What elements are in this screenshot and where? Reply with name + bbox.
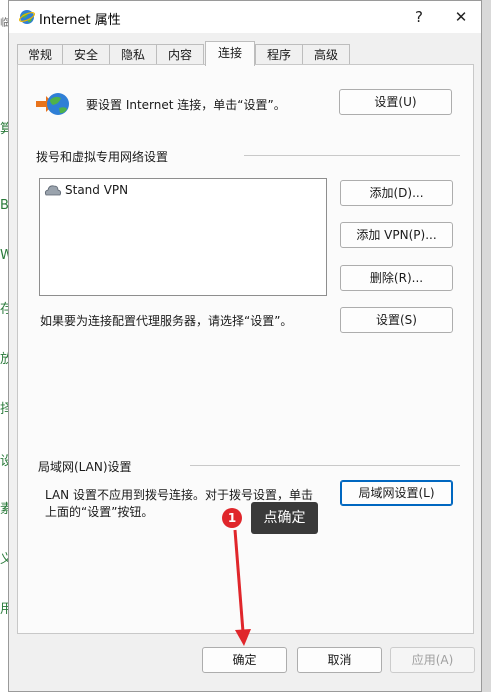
lan-separator	[190, 465, 460, 466]
vpn-item-label: Stand VPN	[65, 183, 129, 197]
tab-content[interactable]: 内容	[156, 44, 204, 65]
dialup-heading: 拨号和虚拟专用网络设置	[36, 150, 169, 164]
cancel-button[interactable]: 取消	[297, 647, 382, 673]
lan-settings-button[interactable]: 局域网设置(L)	[340, 480, 453, 506]
tab-privacy[interactable]: 隐私	[109, 44, 157, 65]
vpn-connection-list[interactable]: Stand VPN	[39, 178, 327, 296]
annotation-callout: 点确定	[251, 502, 318, 534]
ok-button[interactable]: 确定	[202, 647, 287, 673]
proxy-instruction: 如果要为连接配置代理服务器，请选择“设置”。	[40, 314, 293, 328]
tab-security[interactable]: 安全	[62, 44, 110, 65]
connections-panel: 要设置 Internet 连接，单击“设置”。 设置(U) 拨号和虚拟专用网络设…	[17, 64, 474, 634]
title-bar[interactable]: Internet 属性 ? ✕	[9, 1, 481, 33]
close-button[interactable]: ✕	[447, 5, 475, 29]
tab-programs[interactable]: 程序	[255, 44, 303, 65]
internet-setup-icon	[36, 93, 69, 115]
help-button[interactable]: ?	[405, 5, 433, 29]
setup-instruction: 要设置 Internet 连接，单击“设置”。	[86, 98, 286, 112]
apply-button[interactable]: 应用(A)	[390, 647, 475, 673]
add-connection-button[interactable]: 添加(D)...	[340, 180, 453, 206]
internet-properties-dialog: Internet 属性 ? ✕ 常规 安全 隐私 内容 连接 程序 高级 要设置…	[8, 0, 482, 692]
tab-connections[interactable]: 连接	[205, 41, 255, 66]
connection-settings-button[interactable]: 设置(S)	[340, 307, 453, 333]
internet-globe-icon	[19, 10, 35, 24]
background-scrollbar	[481, 0, 491, 692]
step-number-badge: 1	[222, 508, 242, 528]
lan-description-line1: LAN 设置不应用到拨号连接。对于拨号设置，单击	[45, 488, 313, 502]
setup-button[interactable]: 设置(U)	[339, 89, 452, 115]
network-connection-icon	[44, 185, 62, 196]
background-window-edge: 临 算 B W 存 放 择 设 素 义 用	[0, 0, 13, 692]
window-title: Internet 属性	[39, 13, 121, 28]
tab-advanced[interactable]: 高级	[302, 44, 350, 65]
lan-heading: 局域网(LAN)设置	[38, 460, 132, 474]
tab-general[interactable]: 常规	[17, 44, 63, 65]
lan-description-line2: 上面的“设置”按钮。	[45, 505, 154, 519]
add-vpn-button[interactable]: 添加 VPN(P)...	[340, 222, 453, 248]
dialup-separator	[244, 155, 460, 156]
delete-connection-button[interactable]: 删除(R)...	[340, 265, 453, 291]
